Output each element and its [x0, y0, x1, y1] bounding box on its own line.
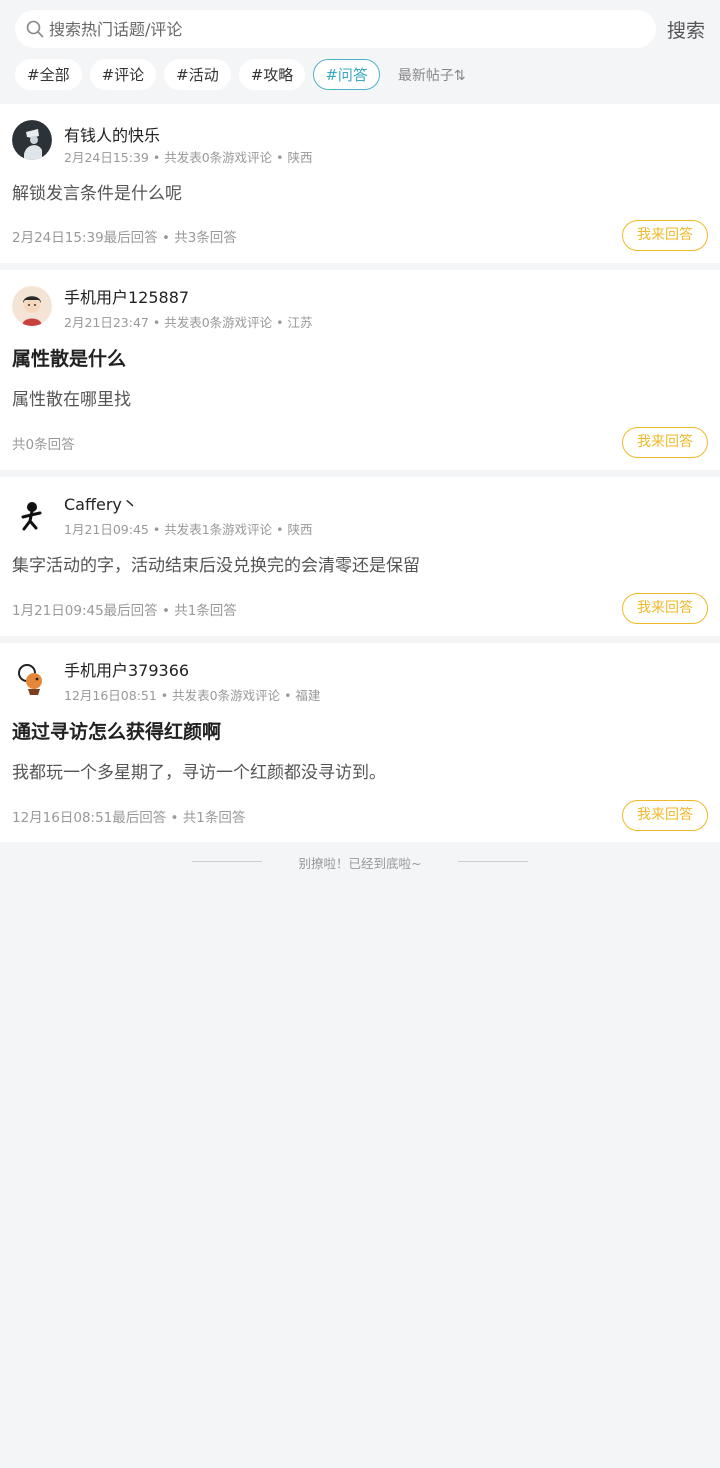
post-footer: 1月21日09:45最后回答 • 共1条回答 — [12, 603, 237, 619]
post-card[interactable]: 有钱人的快乐 2月24日15:39 • 共发表0条游戏评论 • 陕西 解锁发言条… — [0, 104, 720, 263]
post-meta: 2月24日15:39 • 共发表0条游戏评论 • 陕西 — [64, 150, 313, 165]
answer-button[interactable]: 我来回答 — [622, 427, 708, 458]
username[interactable]: 有钱人的快乐 — [64, 122, 160, 146]
post-card[interactable]: 手机用户125887 2月21日23:47 • 共发表0条游戏评论 • 江苏 属… — [0, 270, 720, 470]
post-body: 属性散在哪里找 — [12, 390, 131, 410]
tag-reviews[interactable]: #评论 — [89, 59, 157, 90]
username[interactable]: 手机用户379366 — [64, 657, 189, 681]
avatar[interactable] — [12, 495, 52, 535]
answer-button[interactable]: 我来回答 — [622, 593, 708, 624]
search-box[interactable] — [15, 10, 656, 48]
post-footer: 共0条回答 — [12, 437, 75, 453]
post-meta: 12月16日08:51 • 共发表0条游戏评论 • 福建 — [64, 688, 321, 703]
post-body: 解锁发言条件是什么呢 — [12, 184, 182, 204]
username[interactable]: 手机用户125887 — [64, 284, 189, 308]
post-body: 集字活动的字，活动结束后没兑换完的会清零还是保留 — [12, 556, 420, 576]
avatar[interactable] — [12, 120, 52, 160]
avatar[interactable] — [12, 286, 52, 326]
sort-latest-posts[interactable]: 最新帖子⇅ — [398, 65, 466, 85]
avatar[interactable] — [12, 659, 52, 699]
post-meta: 2月21日23:47 • 共发表0条游戏评论 • 江苏 — [64, 315, 313, 330]
top-bar: 搜索 #全部 #评论 #活动 #攻略 #问答 最新帖子⇅ — [0, 0, 720, 104]
post-meta: 1月21日09:45 • 共发表1条游戏评论 • 陕西 — [64, 522, 313, 537]
username[interactable]: Caffery丶 — [64, 491, 138, 515]
post-card[interactable]: 手机用户379366 12月16日08:51 • 共发表0条游戏评论 • 福建 … — [0, 643, 720, 842]
tag-qa[interactable]: #问答 — [313, 59, 380, 90]
search-button[interactable]: 搜索 — [667, 16, 705, 43]
post-title: 属性散是什么 — [12, 348, 127, 370]
tag-events[interactable]: #活动 — [164, 59, 231, 90]
post-footer: 2月24日15:39最后回答 • 共3条回答 — [12, 230, 237, 246]
answer-button[interactable]: 我来回答 — [622, 800, 708, 831]
post-title: 通过寻访怎么获得红颜啊 — [12, 721, 222, 743]
post-card[interactable]: Caffery丶 1月21日09:45 • 共发表1条游戏评论 • 陕西 集字活… — [0, 477, 720, 636]
post-body: 我都玩一个多星期了，寻访一个红颜都没寻访到。 — [12, 763, 386, 783]
divider-right — [458, 861, 528, 862]
post-footer: 12月16日08:51最后回答 • 共1条回答 — [12, 810, 246, 826]
tag-guides[interactable]: #攻略 — [238, 59, 306, 90]
search-icon — [26, 20, 44, 38]
answer-button[interactable]: 我来回答 — [622, 220, 708, 251]
end-of-list-text: 别撩啦！已经到底啦~ — [298, 856, 422, 871]
tag-filter-bar: #全部 #评论 #活动 #攻略 #问答 最新帖子⇅ — [15, 59, 466, 90]
end-of-list: 别撩啦！已经到底啦~ — [0, 842, 720, 882]
search-input[interactable] — [49, 19, 656, 39]
tag-all[interactable]: #全部 — [15, 59, 82, 90]
